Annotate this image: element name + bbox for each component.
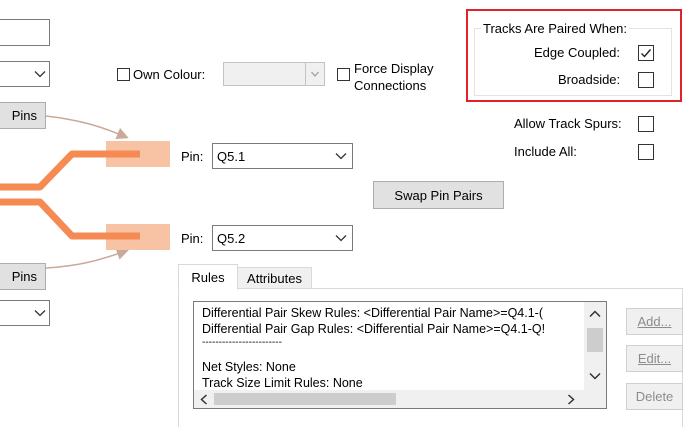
delete-button-label: Delete [635, 389, 674, 404]
own-colour-checkbox[interactable] [117, 68, 130, 81]
rules-list-line: Differential Pair Skew Rules: <Different… [202, 306, 544, 320]
scroll-up-icon[interactable] [589, 310, 601, 318]
scroll-right-icon[interactable] [567, 394, 575, 405]
tab-rules-label: Rules [191, 269, 225, 285]
chevron-down-icon [330, 144, 352, 168]
force-display-label-line2: Connections [354, 78, 427, 93]
bottom-arrow [45, 248, 129, 269]
chevron-down-icon [31, 62, 49, 86]
edit-button[interactable]: Edit... [626, 345, 683, 372]
top-arrow [45, 115, 129, 140]
edge-coupled-checkbox[interactable] [638, 45, 654, 61]
add-button[interactable]: Add... [626, 308, 683, 335]
scroll-down-icon[interactable] [589, 372, 601, 380]
rules-list-line: Differential Pair Gap Rules: <Differenti… [202, 322, 546, 336]
broadside-label: Broadside: [558, 72, 621, 87]
force-display-checkbox[interactable] [337, 68, 350, 81]
edge-coupled-label: Edge Coupled: [534, 45, 621, 60]
include-all-checkbox[interactable] [638, 144, 654, 160]
delete-button[interactable]: Delete [626, 383, 683, 410]
left-top-dropdown[interactable] [0, 61, 50, 87]
rules-list-box[interactable]: Differential Pair Skew Rules: <Different… [193, 301, 607, 409]
swap-pin-pairs-button[interactable]: Swap Pin Pairs [373, 181, 504, 209]
pin2-value: Q5.2 [217, 230, 246, 246]
allow-track-spurs-label: Allow Track Spurs: [514, 116, 622, 131]
tracks-paired-title: Tracks Are Paired When: [481, 21, 630, 36]
pin2-label: Pin: [181, 231, 204, 246]
chevron-down-icon [31, 301, 49, 325]
allow-track-spurs-checkbox[interactable] [638, 116, 654, 132]
rules-list-line: ------------------------ [202, 337, 282, 348]
pin1-value: Q5.1 [217, 148, 246, 164]
pin2-dropdown[interactable]: Q5.2 [212, 225, 353, 251]
chevron-down-icon [330, 226, 352, 250]
own-colour-dropdown[interactable] [223, 62, 325, 86]
edit-button-label: Edit... [637, 351, 672, 366]
rules-list-line: Track Size Limit Rules: None [202, 376, 363, 390]
vertical-scroll-thumb[interactable] [587, 328, 603, 352]
tab-rules[interactable]: Rules [178, 264, 238, 290]
horizontal-scroll-thumb[interactable] [214, 393, 396, 405]
tab-attributes[interactable]: Attributes [238, 267, 312, 289]
pin1-dropdown[interactable]: Q5.1 [212, 143, 353, 169]
broadside-checkbox[interactable] [638, 72, 654, 88]
chevron-down-icon [305, 63, 324, 85]
own-colour-label: Own Colour: [133, 67, 206, 82]
left-text-field[interactable] [0, 19, 50, 46]
swap-pin-pairs-label: Swap Pin Pairs [394, 187, 483, 203]
left-bottom-dropdown[interactable] [0, 300, 50, 326]
force-display-label-line1: Force Display [354, 61, 434, 76]
horizontal-scrollbar[interactable] [194, 390, 584, 408]
scroll-left-icon[interactable] [200, 394, 208, 405]
differential-pair-diagram [0, 115, 170, 269]
checkmark-icon [641, 49, 652, 58]
rules-list-content: Differential Pair Skew Rules: <Different… [194, 302, 584, 392]
tab-attributes-label: Attributes [247, 270, 302, 286]
vertical-scrollbar[interactable] [584, 302, 606, 390]
rules-list-line: Net Styles: None [202, 360, 296, 374]
pin1-label: Pin: [181, 149, 204, 164]
add-button-label: Add... [637, 314, 672, 329]
include-all-label: Include All: [514, 144, 577, 159]
scrollbar-corner [584, 390, 606, 408]
